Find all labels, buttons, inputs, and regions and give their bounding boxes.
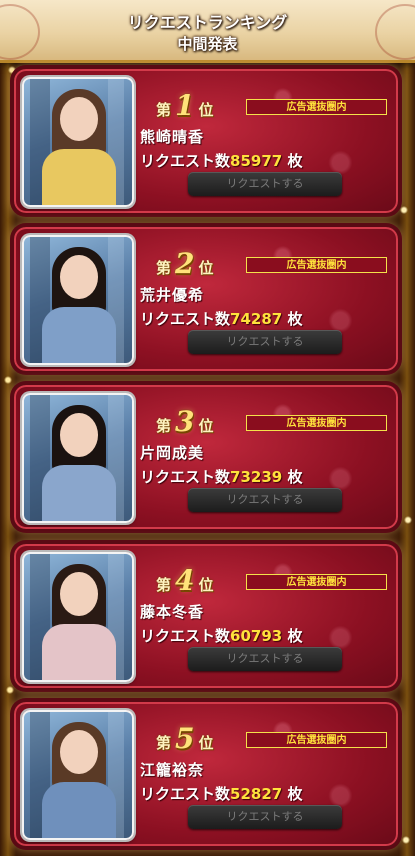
member-name: 片岡成美 <box>140 444 205 462</box>
member-name: 藤本冬香 <box>140 603 205 621</box>
page-title: リクエストランキング <box>127 13 288 32</box>
member-name: 熊崎晴香 <box>140 128 205 146</box>
request-count: リクエスト数60793 枚 <box>140 627 303 645</box>
request-button[interactable]: リクエストする <box>188 488 342 512</box>
request-count-number: 73239 <box>230 468 283 486</box>
request-button[interactable]: リクエストする <box>188 330 342 354</box>
rank-label: 第 5 位 <box>156 722 214 755</box>
status-badge: 広告選抜圏内 <box>246 574 387 590</box>
rank-number: 1 <box>175 89 195 122</box>
status-badge: 広告選抜圏内 <box>246 732 387 748</box>
request-count: リクエスト数52827 枚 <box>140 785 303 803</box>
ranking-card: 第 2 位 広告選抜圏内 荒井優希 リクエスト数74287 枚 リクエストする <box>14 227 398 371</box>
request-count: リクエスト数74287 枚 <box>140 310 303 328</box>
request-count-number: 52827 <box>230 785 283 803</box>
request-count: リクエスト数85977 枚 <box>140 152 303 170</box>
rank-number: 2 <box>175 247 195 280</box>
page-subtitle: 中間発表 <box>177 35 238 53</box>
request-button[interactable]: リクエストする <box>188 172 342 196</box>
member-photo <box>22 710 134 840</box>
rank-number: 3 <box>175 405 195 438</box>
rank-label: 第 4 位 <box>156 564 214 597</box>
member-photo <box>22 552 134 682</box>
status-badge: 広告選抜圏内 <box>246 99 387 115</box>
member-photo <box>22 393 134 523</box>
request-count-number: 85977 <box>230 152 283 170</box>
member-name: 荒井優希 <box>140 286 205 304</box>
ranking-card: 第 4 位 広告選抜圏内 藤本冬香 リクエスト数60793 枚 リクエストする <box>14 544 398 688</box>
ranking-card: 第 5 位 広告選抜圏内 江籠裕奈 リクエスト数52827 枚 リクエストする <box>14 702 398 846</box>
rank-label: 第 1 位 <box>156 89 214 122</box>
rank-number: 4 <box>175 564 195 597</box>
rank-label: 第 3 位 <box>156 405 214 438</box>
request-count-number: 74287 <box>230 310 283 328</box>
ranking-card: 第 3 位 広告選抜圏内 片岡成美 リクエスト数73239 枚 リクエストする <box>14 385 398 529</box>
member-name: 江籠裕奈 <box>140 761 205 779</box>
request-button[interactable]: リクエストする <box>188 647 342 671</box>
ranking-screen: リクエストランキング 中間発表 第 1 位 広告選抜圏内 熊崎晴香 リクエスト数… <box>0 0 415 856</box>
request-count-number: 60793 <box>230 627 283 645</box>
request-count: リクエスト数73239 枚 <box>140 468 303 486</box>
rank-label: 第 2 位 <box>156 247 214 280</box>
status-badge: 広告選抜圏内 <box>246 257 387 273</box>
rank-number: 5 <box>175 722 195 755</box>
ranking-header: リクエストランキング 中間発表 <box>0 0 415 63</box>
request-button[interactable]: リクエストする <box>188 805 342 829</box>
member-photo <box>22 235 134 365</box>
member-photo <box>22 77 134 207</box>
status-badge: 広告選抜圏内 <box>246 415 387 431</box>
ranking-card: 第 1 位 広告選抜圏内 熊崎晴香 リクエスト数85977 枚 リクエストする <box>14 69 398 213</box>
